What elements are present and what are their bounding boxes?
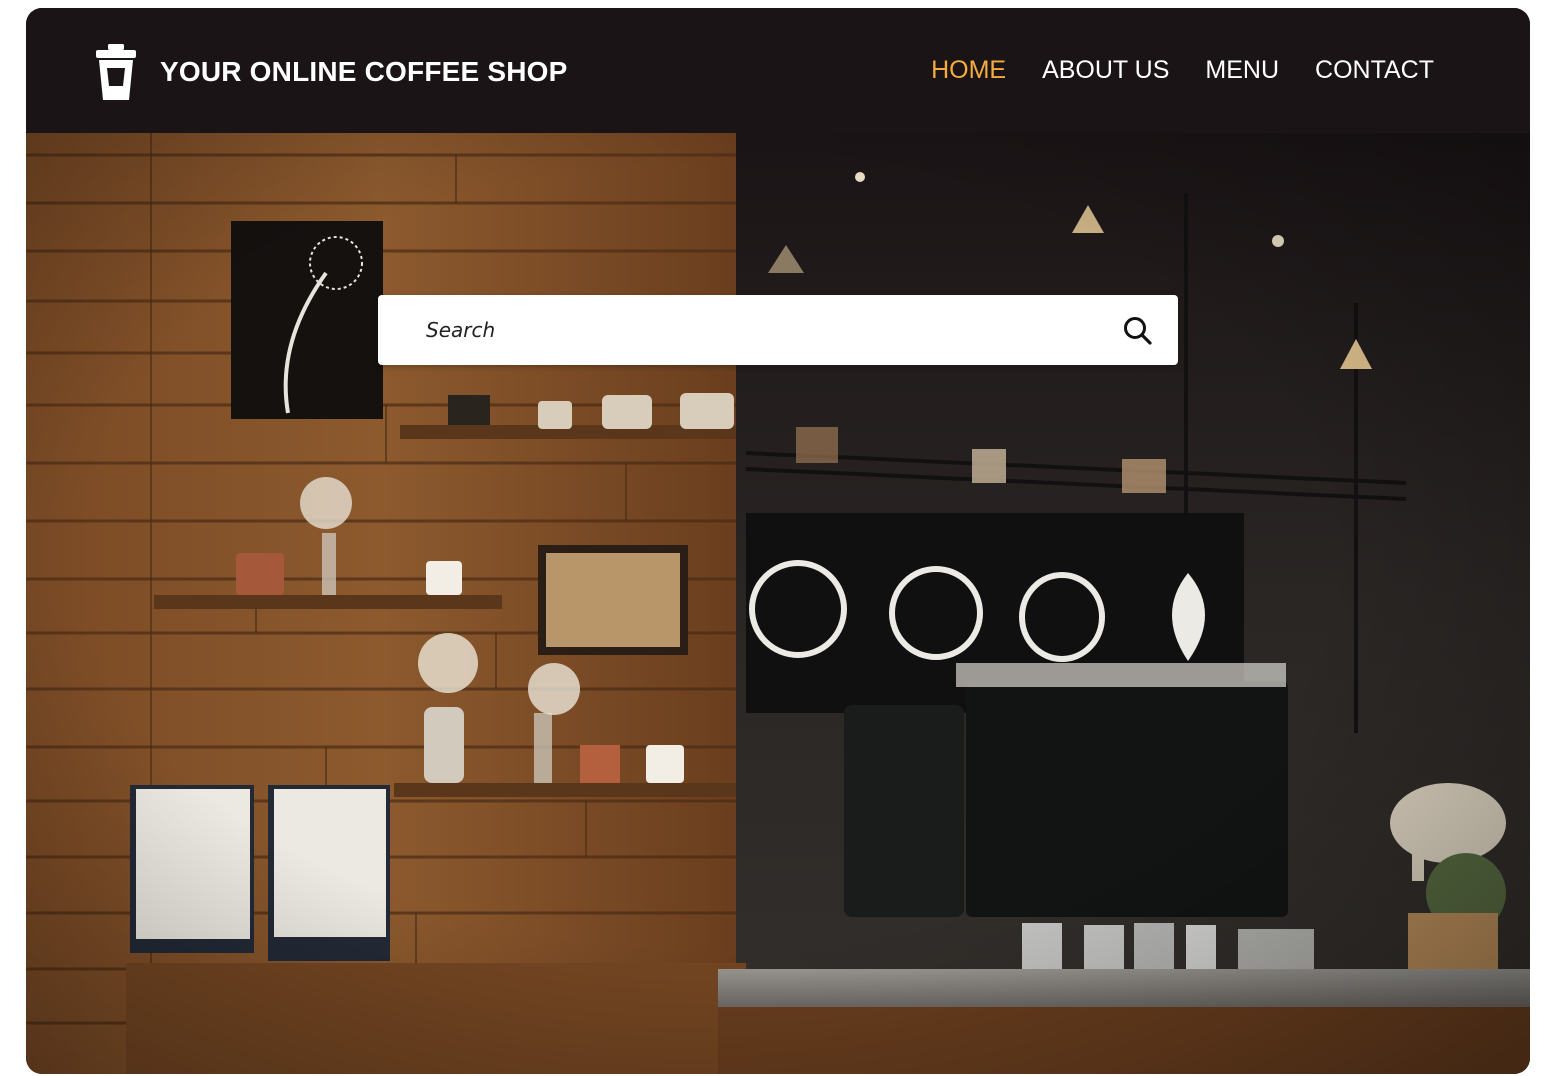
coffee-cup-icon bbox=[96, 44, 136, 100]
main-nav: HOME ABOUT US MENU CONTACT bbox=[895, 56, 1434, 85]
nav-item-menu[interactable]: MENU bbox=[1205, 56, 1279, 85]
coffee-shop-photo bbox=[26, 133, 1530, 1074]
search-bar bbox=[378, 295, 1178, 365]
nav-item-home[interactable]: HOME bbox=[931, 56, 1006, 85]
nav-item-about-us[interactable]: ABOUT US bbox=[1042, 56, 1169, 85]
brand-title: YOUR ONLINE COFFEE SHOP bbox=[160, 56, 568, 87]
search-icon[interactable] bbox=[1122, 315, 1154, 347]
hero-image bbox=[26, 133, 1530, 1074]
search-input[interactable] bbox=[426, 295, 1086, 365]
top-navbar: YOUR ONLINE COFFEE SHOP HOME ABOUT US ME… bbox=[26, 8, 1530, 133]
nav-item-contact[interactable]: CONTACT bbox=[1315, 56, 1434, 85]
brand[interactable]: YOUR ONLINE COFFEE SHOP bbox=[94, 44, 568, 100]
app-window: YOUR ONLINE COFFEE SHOP HOME ABOUT US ME… bbox=[26, 8, 1530, 1074]
